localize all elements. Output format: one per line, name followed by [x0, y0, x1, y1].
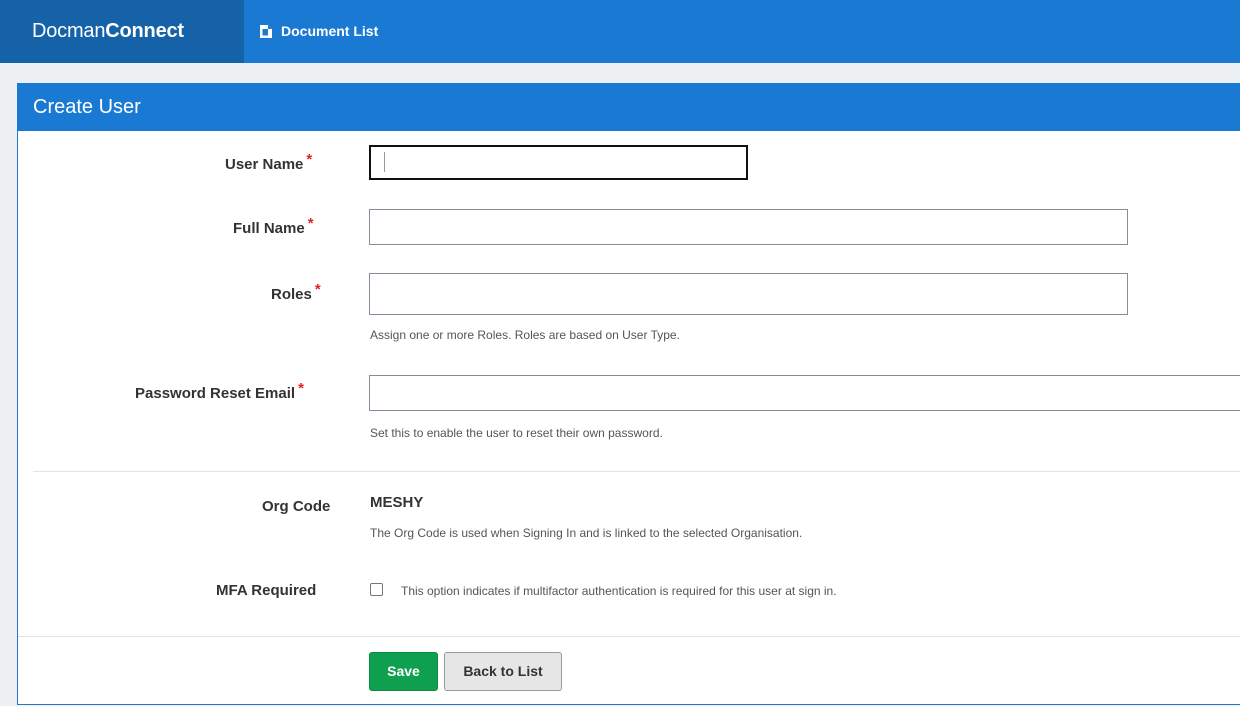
nav-document-list-link[interactable]: Document List [259, 0, 378, 63]
nav-document-list-label: Document List [281, 23, 379, 39]
org-code-help-text: The Org Code is used when Signing In and… [370, 526, 803, 540]
reset-email-help-text: Set this to enable the user to reset the… [370, 426, 663, 440]
mfa-help-text: This option indicates if multifactor aut… [401, 584, 837, 598]
section-divider [33, 471, 1240, 472]
mfa-checkbox[interactable] [370, 583, 383, 596]
mfa-label: MFA Required [216, 582, 317, 599]
required-marker: * [314, 281, 321, 298]
username-input[interactable] [369, 145, 748, 180]
brand-bold-text: Connect [105, 20, 184, 42]
required-marker: * [306, 151, 313, 168]
back-to-list-button[interactable]: Back to List [444, 652, 562, 691]
roles-help-text: Assign one or more Roles. Roles are base… [370, 328, 680, 342]
brand-regular-text: Docman [32, 20, 106, 42]
panel-title: Create User [18, 84, 1240, 131]
reset-email-input[interactable] [369, 375, 1240, 411]
fullname-input[interactable] [369, 209, 1128, 245]
org-code-label: Org Code [262, 498, 331, 515]
brand-logo[interactable]: DocmanConnect [0, 0, 244, 63]
username-label: User Name * [225, 151, 313, 173]
roles-label: Roles * [271, 281, 321, 303]
required-marker: * [298, 380, 304, 397]
roles-input[interactable] [369, 273, 1128, 315]
fullname-label: Full Name * [233, 215, 314, 237]
required-marker: * [307, 215, 314, 232]
text-caret [384, 152, 385, 172]
footer-divider [18, 636, 1240, 637]
document-icon [259, 24, 273, 39]
top-navbar: DocmanConnect Document List [0, 0, 1240, 63]
save-button[interactable]: Save [369, 652, 438, 691]
reset-email-label: Password Reset Email * [135, 380, 304, 402]
org-code-value: MESHY [370, 494, 424, 511]
